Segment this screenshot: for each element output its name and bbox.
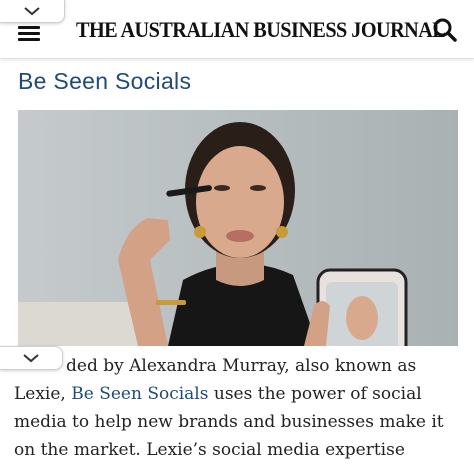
hamburger-menu-icon[interactable] [18,26,40,41]
section-title: Be Seen Socials [18,68,192,94]
collapse-tab[interactable] [0,0,65,23]
chevron-down-icon [24,7,40,16]
expand-tab[interactable] [0,346,63,370]
article-text: uses the power of social [208,384,422,404]
article-line: ded by Alexandra Murray, also known as [66,356,417,376]
article-text: Lexie, [14,384,72,404]
site-masthead[interactable]: THE AUSTRALIAN BUSINESS JOURNAL [76,14,446,46]
article-line: media to help new brands and businesses … [14,412,444,432]
article-line: on the market. Lexie’s social media expe… [14,440,405,460]
be-seen-socials-link[interactable]: Be Seen Socials [71,384,208,404]
chevron-down-icon [23,354,39,363]
search-icon[interactable] [432,17,458,43]
article-line: Lexie, Be Seen Socials uses the power of… [14,380,466,408]
article-body: ded by Alexandra Murray, also known as L… [14,352,466,464]
site-header: THE AUSTRALIAN BUSINESS JOURNAL [0,0,474,59]
article-photo [18,110,458,346]
